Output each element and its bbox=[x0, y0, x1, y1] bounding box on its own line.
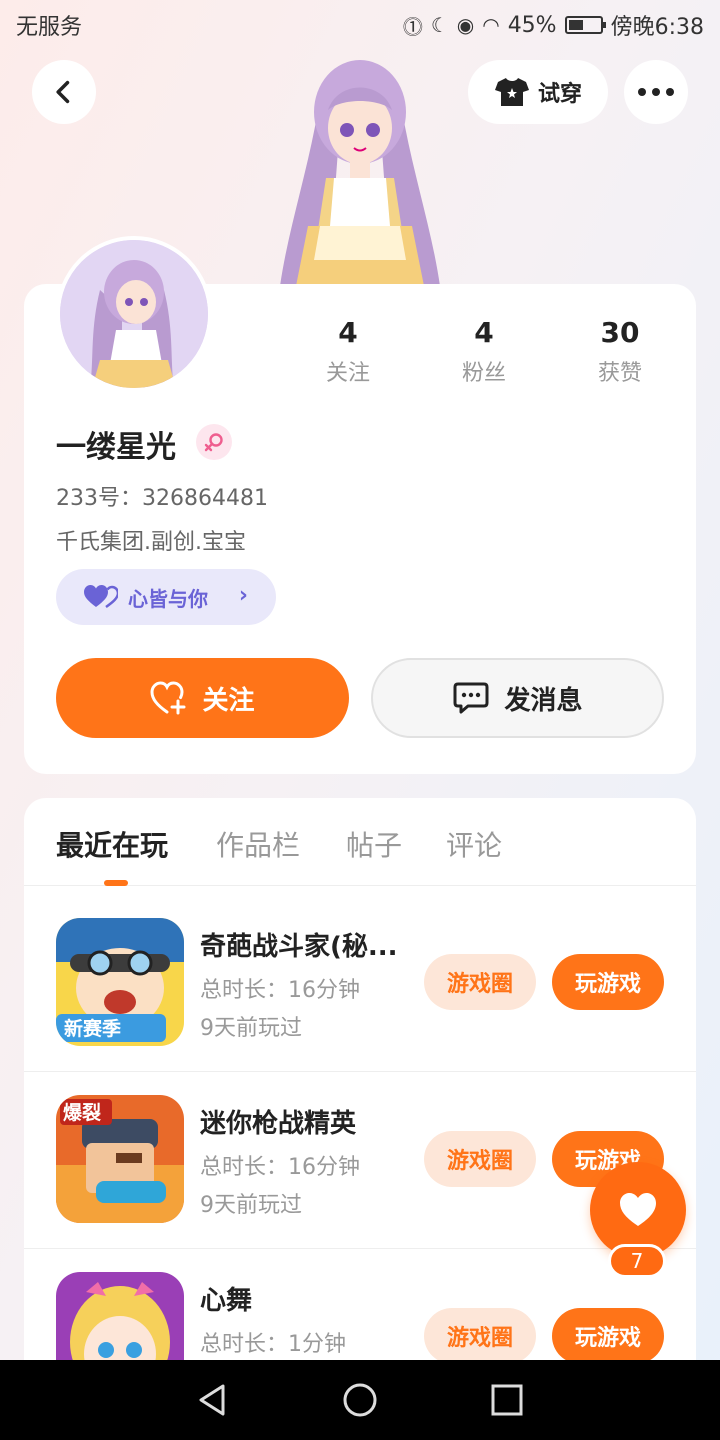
user-id: 233号：326864481 bbox=[56, 486, 268, 511]
tag-label: 心皆与你 bbox=[128, 586, 208, 611]
fans-stat[interactable]: 4 粉丝 bbox=[434, 316, 534, 387]
follow-label: 关注 bbox=[202, 685, 255, 716]
game-last-played: 9天前玩过 bbox=[200, 1016, 302, 1041]
battery-percent: 45% bbox=[507, 12, 557, 38]
game-duration: 总时长：16分钟 bbox=[200, 1155, 360, 1180]
chat-bubble-icon bbox=[453, 682, 489, 714]
game-circle-button[interactable]: 游戏圈 bbox=[424, 954, 536, 1010]
play-game-button[interactable]: 玩游戏 bbox=[552, 1308, 664, 1364]
game-icon-badge: 新赛季 bbox=[64, 1017, 121, 1040]
back-triangle-icon[interactable] bbox=[195, 1382, 231, 1418]
game-name: 心舞 bbox=[200, 1286, 253, 1316]
game-icon: 爆裂 bbox=[56, 1095, 184, 1223]
wifi-icon: ◠ bbox=[482, 13, 500, 37]
nfc-icon: ⓵ bbox=[402, 14, 423, 39]
message-label: 发消息 bbox=[504, 685, 583, 716]
tab-indicator bbox=[104, 880, 128, 886]
tab-posts[interactable]: 帖子 bbox=[346, 824, 402, 864]
tag-pill[interactable]: 心皆与你 › bbox=[56, 569, 276, 625]
content-card: 最近在玩 作品栏 帖子 评论 新赛季 奇葩战斗家(秘... 总时长：16分钟 9… bbox=[24, 798, 696, 1418]
game-name: 迷你枪战精英 bbox=[200, 1109, 357, 1139]
more-dots-icon bbox=[638, 88, 674, 96]
game-name: 奇葩战斗家(秘... bbox=[200, 932, 398, 962]
home-circle-icon[interactable] bbox=[342, 1382, 378, 1418]
recents-square-icon[interactable] bbox=[489, 1382, 525, 1418]
game-icon: 新赛季 bbox=[56, 918, 184, 1046]
system-nav-bar bbox=[0, 1360, 720, 1440]
avatar-image bbox=[60, 240, 208, 388]
female-gender-icon bbox=[196, 424, 232, 460]
status-bar: 无服务 ⓵ ☾ ◉ ◠ 45% 傍晚6:38 bbox=[0, 0, 720, 50]
likes-label: 获赞 bbox=[597, 361, 642, 386]
game-circle-button[interactable]: 游戏圈 bbox=[424, 1308, 536, 1364]
carrier-label: 无服务 bbox=[16, 15, 83, 40]
likes-count: 30 bbox=[600, 316, 640, 349]
try-on-label: 试穿 bbox=[537, 82, 582, 107]
game-icon-badge: 爆裂 bbox=[63, 1102, 101, 1124]
back-button[interactable] bbox=[32, 60, 96, 124]
double-heart-icon bbox=[84, 585, 118, 609]
game-duration: 总时长：1分钟 bbox=[200, 1332, 346, 1357]
tab-works[interactable]: 作品栏 bbox=[216, 824, 300, 864]
try-on-button[interactable]: 试穿 bbox=[468, 60, 608, 124]
game-circle-button[interactable]: 游戏圈 bbox=[424, 1131, 536, 1187]
tshirt-icon bbox=[494, 78, 529, 106]
tab-comments[interactable]: 评论 bbox=[446, 824, 502, 864]
bio-text: 千氏集团.副创.宝宝 bbox=[56, 530, 246, 555]
eye-icon: ◉ bbox=[456, 13, 475, 37]
chevron-right-icon: › bbox=[238, 583, 248, 608]
fans-count: 4 bbox=[474, 316, 494, 349]
following-label: 关注 bbox=[325, 361, 370, 386]
following-count: 4 bbox=[338, 316, 358, 349]
list-item[interactable]: 新赛季 奇葩战斗家(秘... 总时长：16分钟 9天前玩过 游戏圈 玩游戏 bbox=[24, 896, 696, 1072]
heart-icon bbox=[620, 1193, 656, 1226]
nickname: 一缕星光 bbox=[56, 430, 176, 465]
moon-icon: ☾ bbox=[430, 13, 449, 37]
message-button[interactable]: 发消息 bbox=[371, 658, 664, 738]
likes-stat[interactable]: 30 获赞 bbox=[570, 316, 670, 387]
like-count-badge: 7 bbox=[608, 1244, 666, 1278]
avatar-character-image bbox=[280, 60, 440, 286]
avatar[interactable] bbox=[56, 236, 212, 392]
play-game-button[interactable]: 玩游戏 bbox=[552, 954, 664, 1010]
game-duration: 总时长：16分钟 bbox=[200, 978, 360, 1003]
following-stat[interactable]: 4 关注 bbox=[298, 316, 398, 387]
tab-recent-played[interactable]: 最近在玩 bbox=[56, 824, 168, 864]
status-icons: ⓵ ☾ ◉ ◠ 45% 傍晚6:38 bbox=[403, 9, 704, 41]
game-last-played: 9天前玩过 bbox=[200, 1193, 302, 1218]
follow-button[interactable]: 关注 bbox=[56, 658, 349, 738]
battery-icon bbox=[564, 16, 606, 34]
chevron-left-icon bbox=[56, 80, 70, 104]
fans-label: 粉丝 bbox=[461, 361, 506, 386]
tab-bar: 最近在玩 作品栏 帖子 评论 bbox=[24, 798, 696, 886]
heart-plus-icon bbox=[150, 681, 186, 715]
more-button[interactable] bbox=[624, 60, 688, 124]
clock: 傍晚6:38 bbox=[610, 15, 704, 40]
